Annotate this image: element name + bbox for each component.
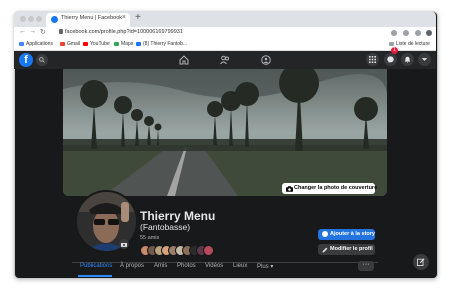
pencil-icon xyxy=(322,247,328,252)
menu-button[interactable] xyxy=(366,53,379,66)
messenger-icon xyxy=(387,56,394,63)
tab-videos[interactable]: Vidéos xyxy=(205,263,223,269)
bell-icon xyxy=(404,56,411,63)
tab-friends[interactable]: Amis xyxy=(154,263,167,269)
apps-grid-icon xyxy=(19,41,24,46)
profile-name: Thierry Menu xyxy=(140,209,216,223)
browser-tab-facebook[interactable]: Thierry Menu | Facebook × xyxy=(46,13,130,27)
extensions-icon[interactable] xyxy=(415,30,421,36)
friends-count[interactable]: 55 amis xyxy=(140,235,159,241)
profile-divider xyxy=(72,262,378,263)
search-icon xyxy=(39,57,45,63)
back-arrow-icon[interactable]: ← xyxy=(19,28,26,35)
reading-list-icon xyxy=(389,41,394,46)
bookmark-applications[interactable]: Applications xyxy=(19,41,53,47)
bookmark-maps[interactable]: Maps xyxy=(114,41,133,47)
share-icon[interactable] xyxy=(391,30,397,36)
add-to-story-button[interactable]: Ajouter à la story xyxy=(318,229,375,240)
account-button[interactable] xyxy=(418,53,431,66)
maximize-window-button[interactable] xyxy=(36,16,42,22)
bookmark-gmail[interactable]: Gmail xyxy=(60,41,80,47)
close-window-button[interactable] xyxy=(20,16,26,22)
change-cover-photo-button[interactable]: Changer la photo de couverture xyxy=(282,183,378,194)
menu-grid-icon xyxy=(369,56,376,63)
chevron-down-icon xyxy=(421,58,428,61)
bookmark-youtube[interactable]: YouTube xyxy=(83,41,110,47)
notifications-button[interactable] xyxy=(401,53,414,66)
profile-alias: (Fantobasse) xyxy=(140,222,191,232)
camera-icon xyxy=(121,242,127,247)
friend-avatar[interactable] xyxy=(203,245,214,256)
tab-title: Thierry Menu | Facebook xyxy=(61,15,123,21)
browser-menu-icon[interactable] xyxy=(426,30,432,36)
tab-publications[interactable]: Publications xyxy=(80,263,112,269)
facebook-favicon-icon xyxy=(51,16,58,23)
new-message-button[interactable] xyxy=(413,254,429,270)
search-button[interactable] xyxy=(36,54,48,66)
tab-more[interactable]: Plus ▾ xyxy=(257,263,273,270)
close-tab-icon[interactable]: × xyxy=(122,14,126,21)
notification-badge: 1 xyxy=(391,47,398,54)
home-icon[interactable] xyxy=(179,55,189,65)
facebook-icon xyxy=(136,41,141,46)
groups-icon[interactable] xyxy=(261,55,271,65)
forward-arrow-icon[interactable]: → xyxy=(29,28,36,35)
address-bar: ← → ↻ facebook.com/profile.php?id=100006… xyxy=(14,27,436,39)
messenger-button[interactable] xyxy=(384,53,397,66)
more-options-button[interactable]: ··· xyxy=(358,261,374,271)
cover-photo xyxy=(63,69,387,196)
youtube-icon xyxy=(83,41,88,46)
friends-icon[interactable] xyxy=(220,55,230,65)
tab-about[interactable]: À propos xyxy=(120,263,144,269)
update-profile-picture-button[interactable] xyxy=(119,239,129,249)
camera-icon xyxy=(286,185,293,192)
tab-places[interactable]: Lieux xyxy=(233,263,247,269)
cover-photo-image xyxy=(63,69,387,196)
browser-tab-bar: Thierry Menu | Facebook × + xyxy=(14,11,436,27)
facebook-top-nav: f xyxy=(14,51,436,69)
bookmarks-bar: Applications Gmail YouTube Maps (8) Thie… xyxy=(14,39,436,51)
edit-profile-button[interactable]: Modifier le profil xyxy=(318,244,375,255)
bookmark-thierry-fantobasse[interactable]: (8) Thierry Fantob... xyxy=(136,41,187,47)
gmail-icon xyxy=(60,41,65,46)
minimize-window-button[interactable] xyxy=(28,16,34,22)
edit-profile-label: Modifier le profil xyxy=(330,246,373,252)
new-tab-button[interactable]: + xyxy=(135,12,141,23)
url-field[interactable]: facebook.com/profile.php?id=100006169799… xyxy=(65,29,183,35)
tab-photos[interactable]: Photos xyxy=(177,263,196,269)
change-cover-photo-label: Changer la photo de couverture xyxy=(294,185,378,191)
compose-icon xyxy=(417,258,425,266)
add-to-story-label: Ajouter à la story xyxy=(330,231,375,237)
maps-icon xyxy=(114,41,119,46)
plus-circle-icon xyxy=(322,231,328,237)
bookmark-star-icon[interactable] xyxy=(403,30,409,36)
facebook-logo[interactable]: f xyxy=(19,53,33,67)
active-tab-indicator xyxy=(78,275,112,277)
lock-icon xyxy=(59,29,63,34)
reload-icon[interactable]: ↻ xyxy=(40,28,46,36)
